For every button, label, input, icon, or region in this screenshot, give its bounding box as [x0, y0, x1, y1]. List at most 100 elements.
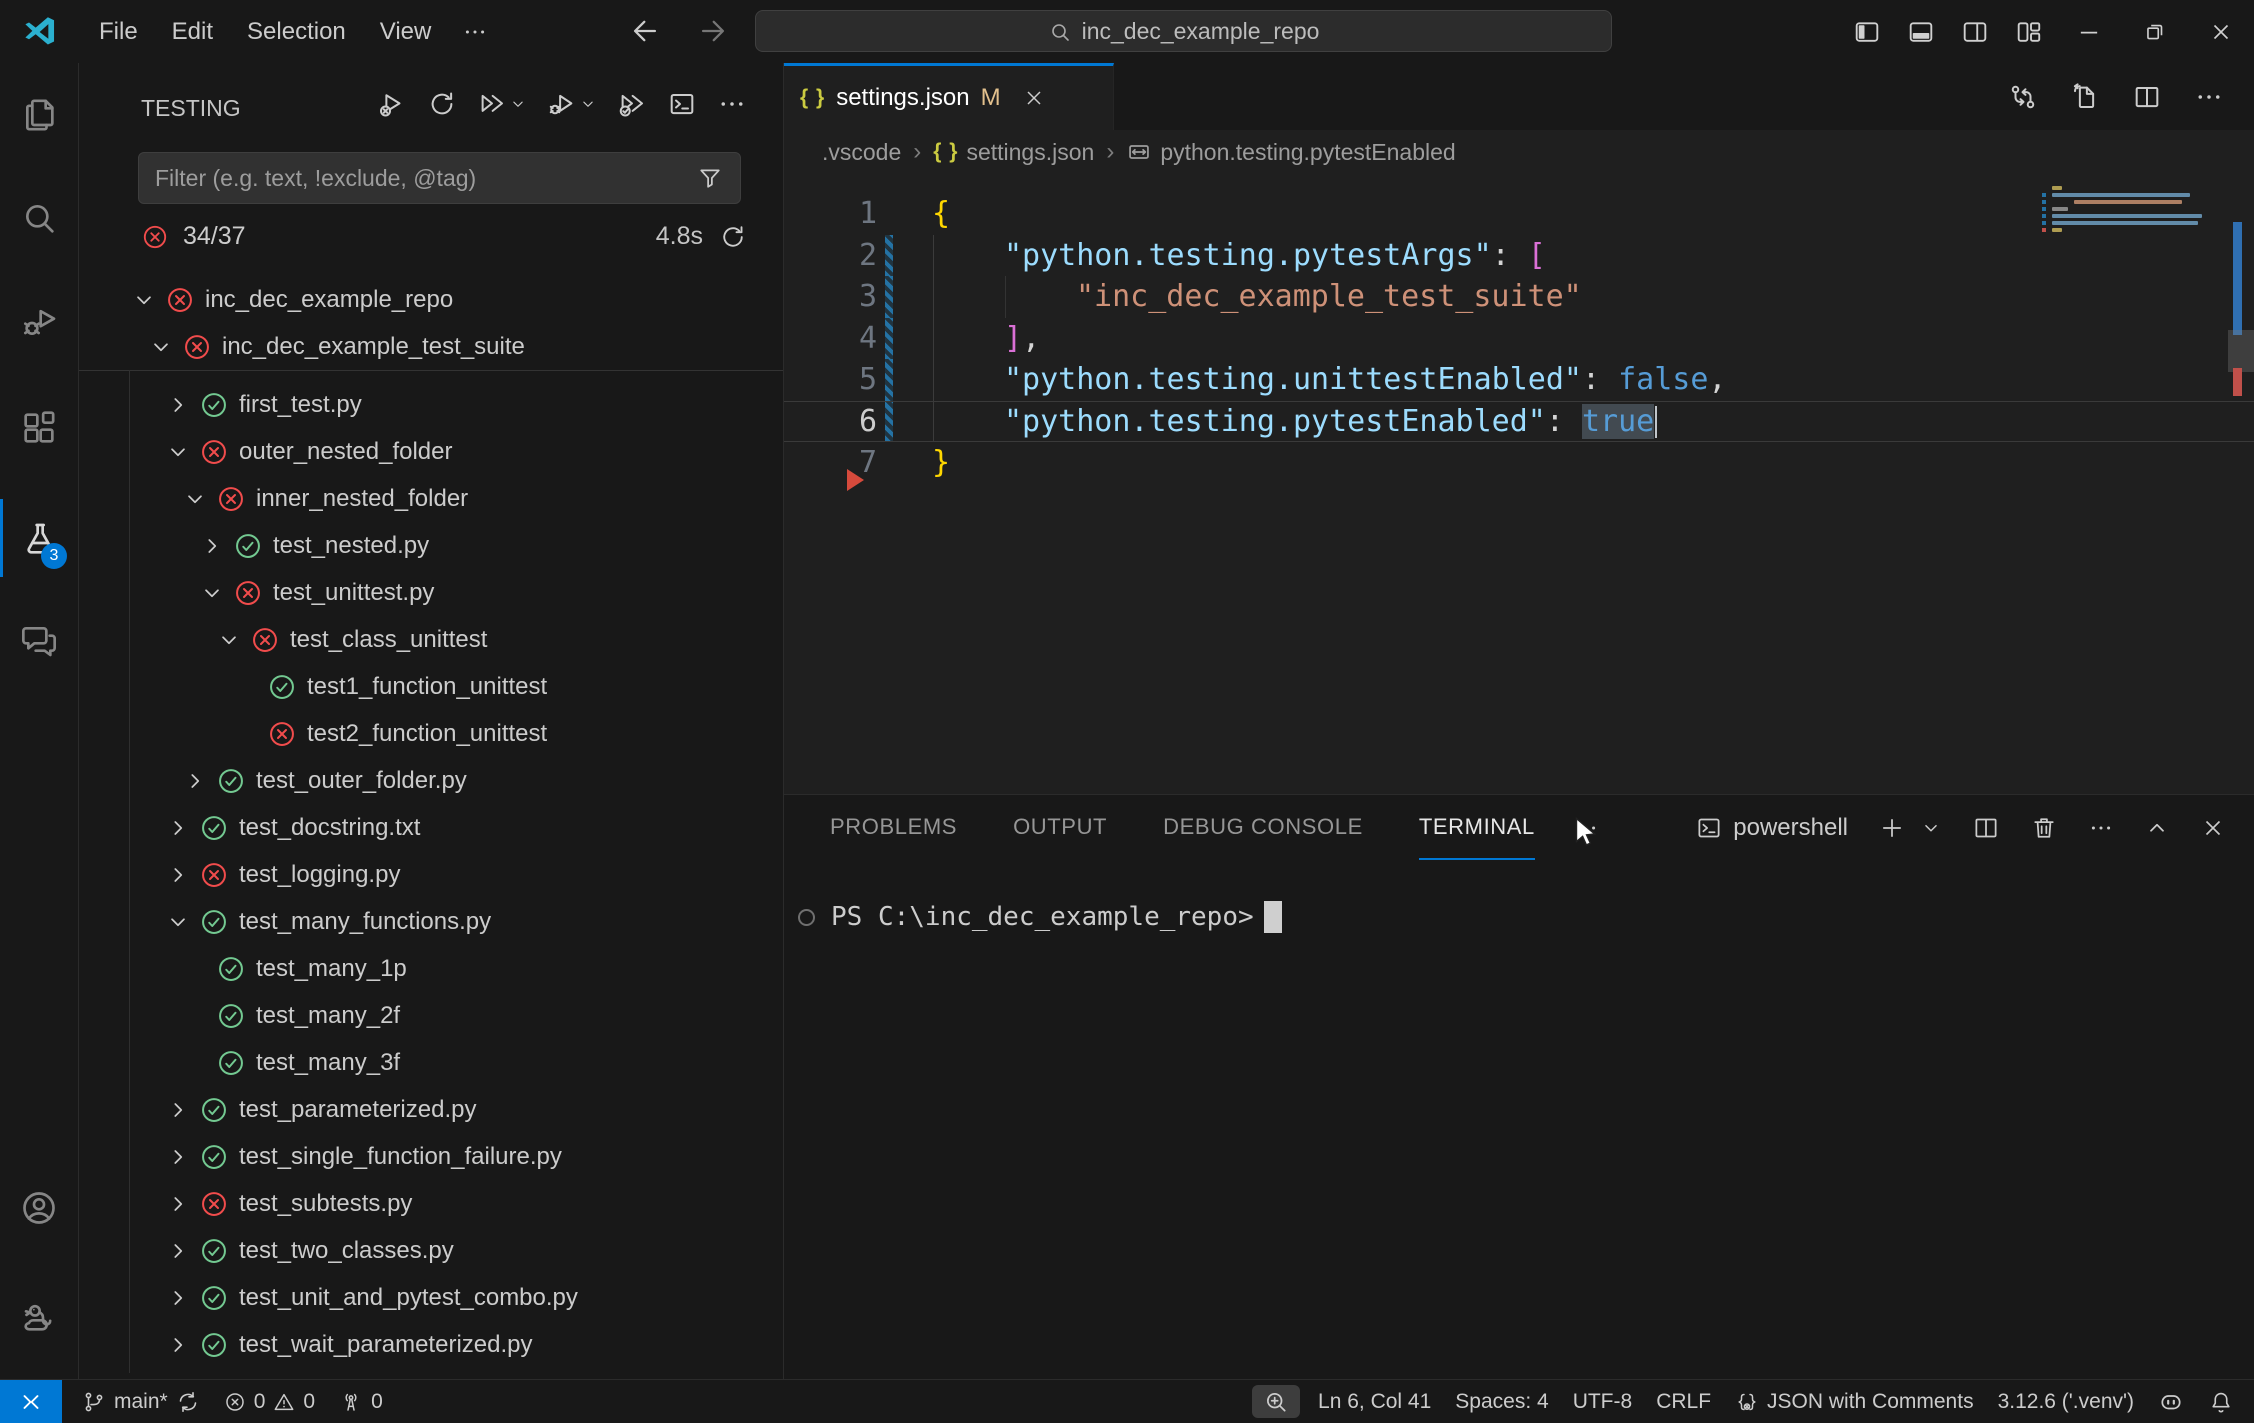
- breadcrumb-item[interactable]: { }settings.json: [933, 139, 1094, 166]
- more-actions-icon[interactable]: [2194, 82, 2224, 112]
- activity-item-run-and-debug[interactable]: [0, 283, 77, 361]
- activity-item-chat[interactable]: [0, 601, 77, 679]
- show-test-output-button[interactable]: [667, 89, 697, 119]
- test-tree-item[interactable]: test_outer_folder.py: [79, 757, 783, 804]
- activity-item-extensions[interactable]: [0, 389, 77, 467]
- test-tree-item[interactable]: first_test.py: [79, 381, 783, 428]
- terminal-shell-item[interactable]: powershell: [1695, 814, 1848, 842]
- close-tab-icon[interactable]: [1022, 86, 1046, 110]
- code-editor[interactable]: 1{2"python.testing.pytestArgs": [3"inc_d…: [784, 174, 2254, 794]
- test-tree-item[interactable]: test_nested.py: [79, 522, 783, 569]
- test-tree-item[interactable]: test_many_2f: [79, 992, 783, 1039]
- terminal-viewport[interactable]: PS C:\inc_dec_example_repo>: [784, 861, 2254, 933]
- launch-profile-chevron-icon[interactable]: [1920, 817, 1942, 839]
- test-filter-input[interactable]: Filter (e.g. text, !exclude, @tag): [138, 152, 741, 204]
- editor-scrollbar[interactable]: [2228, 330, 2254, 372]
- code-line[interactable]: 1{: [784, 193, 2254, 235]
- test-tree-item[interactable]: test_unittest.py: [79, 569, 783, 616]
- more-menus-icon[interactable]: [448, 19, 502, 45]
- panel-tab-output[interactable]: OUTPUT: [1013, 797, 1107, 860]
- panel-tab-terminal[interactable]: TERMINAL: [1419, 797, 1535, 860]
- code-line[interactable]: 6"python.testing.pytestEnabled": true: [784, 401, 2254, 443]
- test-tree-item[interactable]: test_logging.py: [79, 851, 783, 898]
- toggle-panel-icon[interactable]: [1894, 0, 1948, 63]
- cursor-position-item[interactable]: Ln 6, Col 41: [1306, 1380, 1443, 1423]
- breadcrumb-item[interactable]: .vscode: [822, 139, 901, 166]
- customize-layout-icon[interactable]: [2002, 0, 2056, 63]
- debug-all-tests-button[interactable]: [547, 89, 597, 119]
- breadcrumb-item[interactable]: python.testing.pytestEnabled: [1126, 139, 1455, 166]
- kill-terminal-icon[interactable]: [2030, 814, 2058, 842]
- code-line[interactable]: 3"inc_dec_example_test_suite": [784, 276, 2254, 318]
- run-failed-tests-button[interactable]: [377, 89, 407, 119]
- open-preview-icon[interactable]: [2070, 82, 2100, 112]
- test-tree-item[interactable]: test_many_functions.py: [79, 898, 783, 945]
- code-line[interactable]: 2"python.testing.pytestArgs": [: [784, 235, 2254, 277]
- test-tree-item[interactable]: inc_dec_example_test_suite: [79, 323, 783, 370]
- activity-item-explorer[interactable]: [0, 76, 77, 154]
- toggle-secondary-sidebar-icon[interactable]: [1948, 0, 2002, 63]
- open-changes-icon[interactable]: [2008, 82, 2038, 112]
- run-tests-with-coverage-button[interactable]: [617, 89, 647, 119]
- code-line[interactable]: 7}: [784, 442, 2254, 484]
- copilot-item[interactable]: [2146, 1380, 2196, 1423]
- activity-item-testing[interactable]: 3: [0, 499, 77, 577]
- filter-icon[interactable]: [696, 164, 724, 193]
- test-tree-item[interactable]: inc_dec_example_repo: [79, 276, 783, 323]
- panel-tab-debug-console[interactable]: DEBUG CONSOLE: [1163, 797, 1363, 860]
- test-tree-item[interactable]: test1_function_unittest: [79, 663, 783, 710]
- language-mode-item[interactable]: JSON with Comments: [1723, 1380, 1986, 1423]
- menu-edit[interactable]: Edit: [155, 0, 230, 63]
- toggle-primary-sidebar-icon[interactable]: [1840, 0, 1894, 63]
- activity-item-python-environments[interactable]: [0, 1279, 77, 1357]
- minimize-button[interactable]: [2056, 0, 2122, 63]
- test-tree-item[interactable]: inner_nested_folder: [79, 475, 783, 522]
- menu-view[interactable]: View: [363, 0, 449, 63]
- test-tree-item[interactable]: test_parameterized.py: [79, 1086, 783, 1133]
- test-tree-item[interactable]: test_class_unittest: [79, 616, 783, 663]
- test-tree-item[interactable]: test_subtests.py: [79, 1180, 783, 1227]
- tab-settings-json[interactable]: { } settings.json M: [784, 63, 1114, 130]
- close-window-button[interactable]: [2188, 0, 2254, 63]
- test-tree-item[interactable]: test2_function_unittest: [79, 710, 783, 757]
- command-decoration-icon[interactable]: [798, 909, 815, 926]
- activity-item-search[interactable]: [0, 179, 77, 257]
- new-terminal-icon[interactable]: [1878, 814, 1906, 842]
- python-interpreter-item[interactable]: 3.12.6 ('.venv'): [1986, 1380, 2146, 1423]
- panel-tab-problems[interactable]: PROBLEMS: [830, 797, 957, 860]
- ports-item[interactable]: 0: [327, 1380, 395, 1423]
- maximize-panel-icon[interactable]: [2144, 815, 2170, 841]
- activity-item-accounts[interactable]: [0, 1169, 77, 1247]
- test-tree-item[interactable]: test_many_1p: [79, 945, 783, 992]
- encoding-item[interactable]: UTF-8: [1561, 1380, 1645, 1423]
- indentation-item[interactable]: Spaces: 4: [1443, 1380, 1560, 1423]
- zoom-status-button[interactable]: [1252, 1385, 1300, 1418]
- test-tree-item[interactable]: test_docstring.txt: [79, 804, 783, 851]
- test-tree-item[interactable]: test_many_3f: [79, 1039, 783, 1086]
- problems-item[interactable]: 0 0: [212, 1380, 327, 1423]
- refresh-tests-button[interactable]: [427, 89, 457, 119]
- command-center-search[interactable]: inc_dec_example_repo: [755, 10, 1612, 52]
- eol-item[interactable]: CRLF: [1644, 1380, 1723, 1423]
- restore-button[interactable]: [2122, 0, 2188, 63]
- navigate-back-icon[interactable]: [628, 14, 662, 48]
- run-all-tests-button[interactable]: [477, 89, 527, 119]
- test-tree-item[interactable]: test_wait_parameterized.py: [79, 1321, 783, 1368]
- menu-file[interactable]: File: [82, 0, 155, 63]
- notifications-item[interactable]: [2196, 1380, 2254, 1423]
- minimap[interactable]: [2052, 186, 2202, 235]
- panel-views-more-icon[interactable]: [2088, 815, 2114, 841]
- git-branch-item[interactable]: main*: [70, 1380, 212, 1423]
- remote-indicator[interactable]: [0, 1380, 62, 1423]
- test-tree-item[interactable]: test_unit_and_pytest_combo.py: [79, 1274, 783, 1321]
- close-panel-icon[interactable]: [2200, 815, 2226, 841]
- navigate-forward-icon[interactable]: [696, 14, 730, 48]
- test-tree-item[interactable]: outer_nested_folder: [79, 428, 783, 475]
- menu-selection[interactable]: Selection: [230, 0, 363, 63]
- code-line[interactable]: 5"python.testing.unittestEnabled": false…: [784, 359, 2254, 401]
- test-tree-item[interactable]: test_two_classes.py: [79, 1227, 783, 1274]
- more-actions-button[interactable]: [717, 89, 747, 119]
- test-tree-item[interactable]: test_single_function_failure.py: [79, 1133, 783, 1180]
- split-editor-icon[interactable]: [2132, 82, 2162, 112]
- split-terminal-icon[interactable]: [1972, 814, 2000, 842]
